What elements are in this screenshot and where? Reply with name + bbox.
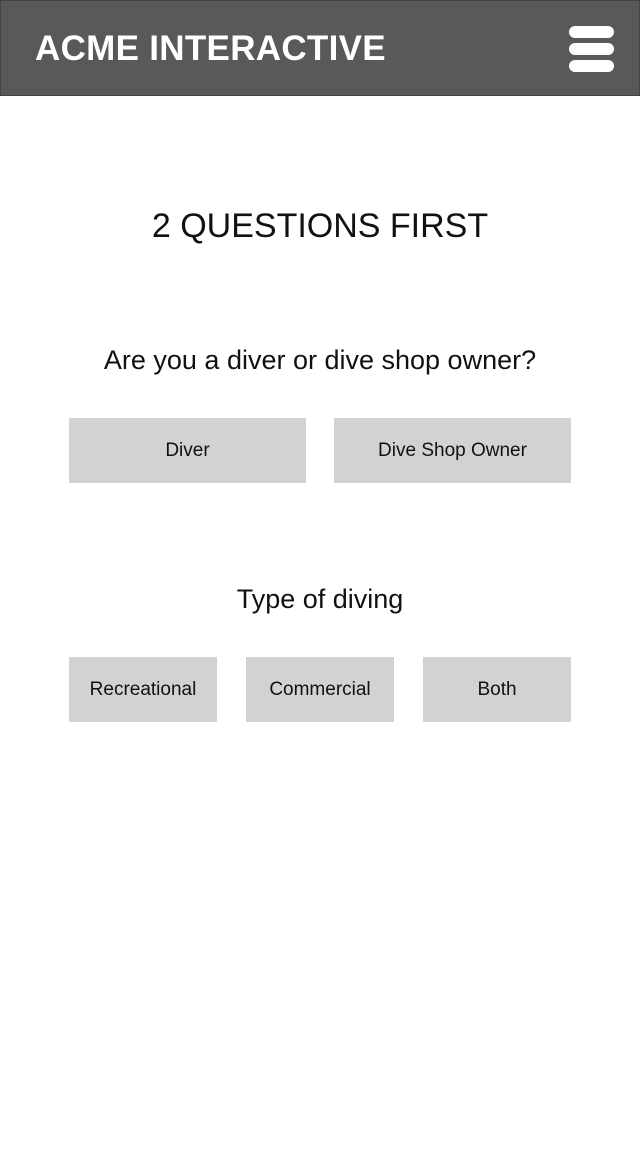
dive-shop-owner-button[interactable]: Dive Shop Owner [334, 418, 571, 483]
hamburger-menu-icon[interactable] [569, 26, 614, 72]
page-title: 2 QUESTIONS FIRST [151, 207, 489, 245]
diver-button[interactable]: Diver [69, 418, 306, 483]
question-diving-type: Type of diving [236, 584, 404, 614]
menu-bar-bottom [569, 60, 614, 72]
both-button[interactable]: Both [423, 657, 571, 722]
app-header: ACME INTERACTIVE [0, 0, 640, 96]
menu-bar-middle [569, 43, 614, 55]
commercial-button[interactable]: Commercial [246, 657, 394, 722]
question-diver-type: Are you a diver or dive shop owner? [103, 345, 537, 375]
brand-title: ACME INTERACTIVE [35, 29, 386, 68]
menu-bar-top [569, 26, 614, 38]
recreational-button[interactable]: Recreational [69, 657, 217, 722]
